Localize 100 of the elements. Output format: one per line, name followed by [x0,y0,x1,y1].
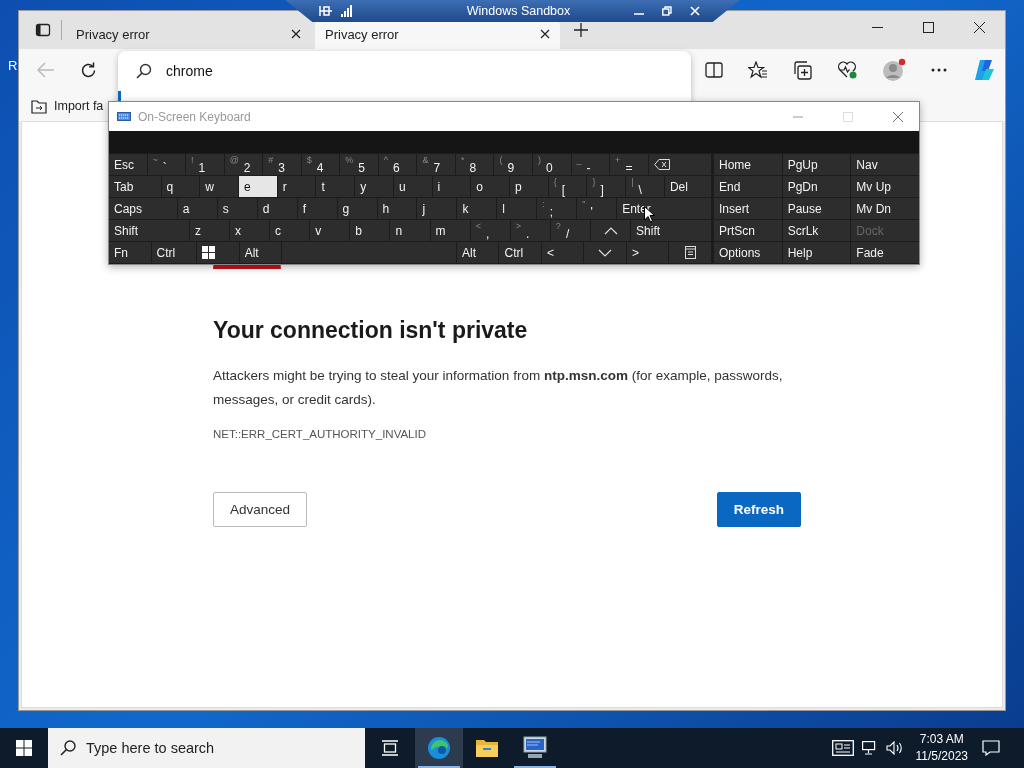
keyboard-key[interactable]: g [337,198,377,219]
keyboard-key[interactable]: s [217,198,257,219]
tab-actions-icon[interactable] [35,22,51,38]
close-icon[interactable] [291,29,301,39]
keyboard-key[interactable]: Fn [109,242,151,263]
favorites-star-icon[interactable] [748,61,768,79]
keyboard-key[interactable]: End [714,176,782,197]
close-icon[interactable] [540,29,550,39]
keyboard-key[interactable]: Mv Up [851,176,919,197]
keyboard-key[interactable]: Shift [631,220,711,241]
menu-key[interactable] [669,242,711,263]
keyboard-key[interactable]: e [239,176,277,197]
refresh-button[interactable]: Refresh [716,492,801,527]
new-tab-icon[interactable] [574,23,588,37]
keyboard-key[interactable]: p [510,176,548,197]
keyboard-key[interactable]: o [471,176,510,197]
keyboard-key[interactable]: z [189,220,229,241]
keyboard-key[interactable]: ^ 6 [378,154,417,175]
keyboard-key[interactable]: + = [610,154,648,175]
keyboard-key[interactable]: i [432,176,471,197]
keyboard-key[interactable]: Fade [851,242,919,263]
keyboard-key[interactable]: | \ [626,176,664,197]
keyboard-key[interactable]: u [393,176,432,197]
copilot-icon[interactable] [972,58,996,82]
keyboard-key[interactable]: < [541,242,584,263]
keyboard-key[interactable]: n [390,220,430,241]
keyboard-key[interactable]: q [161,176,200,197]
pin-icon[interactable] [319,5,333,17]
windows-start-icon[interactable] [16,740,32,756]
keyboard-key[interactable]: Del [664,176,711,197]
taskbar-search-field[interactable]: Type here to search [48,728,365,768]
keyboard-key[interactable]: v [310,220,350,241]
keyboard-key[interactable]: # 3 [263,154,301,175]
keyboard-key[interactable]: y [355,176,393,197]
keyboard-key[interactable]: PgUp [782,154,851,175]
keyboard-key[interactable]: ! 1 [186,154,224,175]
keyboard-key[interactable]: " ' [577,198,617,219]
keyboard-key[interactable]: Shift [109,220,189,241]
keyboard-key[interactable]: Alt [456,242,499,263]
profile-avatar-icon[interactable] [882,58,906,82]
keyboard-key[interactable]: ? / [550,220,590,241]
collections-icon[interactable] [793,60,812,80]
volume-icon[interactable] [885,741,904,755]
notification-icon[interactable] [982,740,1000,756]
keyboard-key[interactable]: Home [714,154,782,175]
bookmark-link[interactable]: Import fa [54,99,104,113]
keyboard-key[interactable]: * 8 [455,154,494,175]
down-arrow-key[interactable] [584,242,626,263]
keyboard-key[interactable]: ScrLk [782,220,851,241]
keyboard-key[interactable]: l [497,198,537,219]
keyboard-key[interactable]: Nav [851,154,919,175]
keyboard-key[interactable]: Options [714,242,782,263]
keyboard-key[interactable]: r [277,176,316,197]
keyboard-key[interactable]: ( 9 [494,154,532,175]
keyboard-key[interactable]: x [230,220,270,241]
keyboard-key[interactable]: Ctrl [499,242,541,263]
import-icon[interactable] [31,98,49,114]
keyboard-key[interactable]: Caps [109,198,177,219]
browser-app-icon[interactable] [415,728,463,768]
keyboard-key[interactable]: } ] [587,176,626,197]
more-icon[interactable] [931,68,947,72]
task-view-icon[interactable] [381,740,399,756]
keyboard-key[interactable]: & 7 [417,154,455,175]
keyboard-key[interactable]: Tab [109,176,161,197]
keyboard-key[interactable]: k [457,198,497,219]
keyboard-key[interactable]: % 5 [340,154,378,175]
keyboard-key[interactable]: j [417,198,457,219]
keyboard-key[interactable]: _ - [571,154,610,175]
keyboard-key[interactable]: : ; [537,198,577,219]
keyboard-key[interactable]: t [316,176,355,197]
keyboard-key[interactable]: { [ [548,176,587,197]
refresh-icon[interactable] [80,61,97,79]
keyboard-key[interactable]: b [350,220,390,241]
keyboard-key[interactable]: Alt [239,242,282,263]
heart-pulse-icon[interactable] [837,61,857,79]
keyboard-key[interactable]: m [430,220,470,241]
windows-key[interactable] [197,242,239,263]
keyboard-key[interactable]: $ 4 [301,154,340,175]
keyboard-key[interactable]: PgDn [782,176,851,197]
news-icon[interactable] [831,740,854,756]
keyboard-key[interactable]: PrtScn [714,220,782,241]
keyboard-key[interactable]: w [200,176,238,197]
keyboard-key[interactable]: Esc [109,154,147,175]
keyboard-key[interactable]: c [270,220,310,241]
maximize-icon[interactable] [923,21,934,33]
keyboard-key[interactable]: > [626,242,669,263]
keyboard-key[interactable]: f [297,198,337,219]
keyboard-key[interactable]: Insert [714,198,782,219]
keyboard-key[interactable]: Help [782,242,851,263]
keyboard-key[interactable]: d [257,198,297,219]
keyboard-key[interactable]: ) 0 [533,154,571,175]
browser-tab[interactable]: Privacy error [66,19,311,49]
address-field[interactable]: chrome [166,63,566,79]
keyboard-key[interactable]: > . [510,220,550,241]
restore-icon[interactable] [662,6,672,16]
split-screen-icon[interactable] [705,62,723,78]
keyboard-key[interactable]: a [177,198,217,219]
keyboard-key[interactable]: h [377,198,417,219]
keyboard-key[interactable]: @ 2 [224,154,263,175]
close-icon[interactable] [974,21,985,33]
